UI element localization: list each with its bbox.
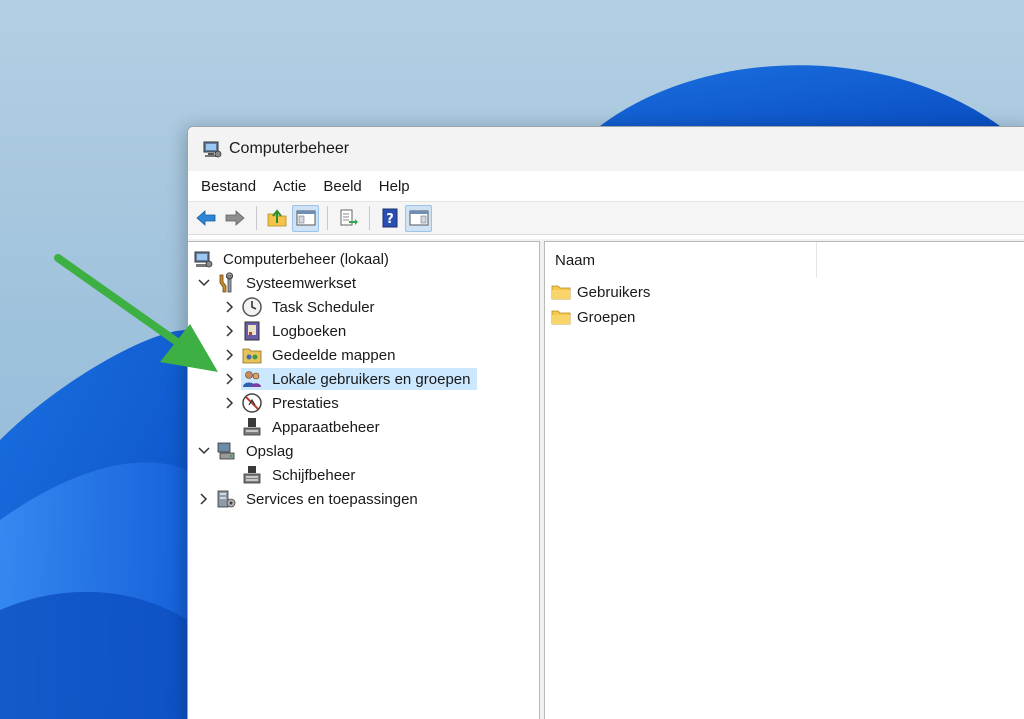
tree-label: Gedeelde mappen: [272, 346, 396, 364]
tree-item-apparaatbeheer[interactable]: Apparaatbeheer: [241, 415, 383, 439]
tree-item-task-scheduler[interactable]: Task Scheduler: [222, 295, 378, 319]
title-bar[interactable]: Computerbeheer: [188, 127, 1024, 171]
export-list-button[interactable]: [334, 205, 361, 232]
computer-management-icon: [203, 141, 222, 158]
window-title: Computerbeheer: [229, 140, 350, 157]
up-one-level-button[interactable]: [263, 205, 290, 232]
computer-management-window: Computerbeheer Bestand Actie Beeld Help: [187, 126, 1024, 719]
shared-folder-icon: [241, 344, 263, 366]
folder-icon: [551, 285, 571, 300]
export-list-icon: [340, 209, 358, 226]
list-item[interactable]: Groepen: [551, 305, 635, 329]
result-pane: Naam Gebruikers Groepen: [544, 241, 1024, 719]
show-hide-action-pane-button[interactable]: [405, 204, 432, 232]
tree-label: Apparaatbeheer: [272, 418, 380, 436]
chevron-right-icon[interactable]: [222, 395, 238, 411]
event-log-icon: [241, 320, 263, 342]
show-hide-console-tree-button[interactable]: [292, 204, 319, 232]
tree-label: Lokale gebruikers en groepen: [272, 370, 471, 388]
tree-item-prestaties[interactable]: Prestaties: [222, 391, 342, 415]
tree-item-schijfbeheer[interactable]: Schijfbeheer: [241, 463, 358, 487]
column-header-naam[interactable]: Naam: [545, 242, 817, 278]
tree-label: Computerbeheer (lokaal): [223, 250, 389, 268]
performance-icon: [241, 392, 263, 414]
green-arrow-annotation: [54, 254, 218, 372]
main-content: Computerbeheer (lokaal) Systeemwerkset T…: [188, 239, 1024, 719]
column-header-label: Naam: [555, 251, 596, 269]
help-icon: ?: [382, 208, 397, 228]
toolbar: ?: [188, 201, 1024, 235]
forward-arrow-icon: [225, 210, 245, 226]
chevron-down-icon[interactable]: [196, 443, 212, 459]
device-manager-icon: [241, 416, 263, 438]
help-button[interactable]: ?: [376, 205, 403, 232]
show-hide-action-pane-icon: [409, 210, 428, 226]
chevron-right-icon[interactable]: [196, 491, 212, 507]
tree-label: Systeemwerkset: [246, 274, 357, 292]
menu-help[interactable]: Help: [372, 174, 417, 199]
svg-text:?: ?: [386, 212, 394, 227]
tree-item-logboeken[interactable]: Logboeken: [222, 319, 349, 343]
back-arrow-icon: [195, 210, 215, 226]
tree-item-gedeelde-mappen[interactable]: Gedeelde mappen: [222, 343, 398, 367]
storage-icon: [215, 440, 237, 462]
toolbar-separator: [369, 206, 370, 230]
tree-label: Task Scheduler: [272, 298, 375, 316]
disk-management-icon: [241, 464, 263, 486]
menu-bestand[interactable]: Bestand: [194, 174, 263, 199]
list-item-label: Gebruikers: [577, 283, 651, 301]
services-icon: [215, 488, 237, 510]
tree-item-lokale-gebruikers[interactable]: Lokale gebruikers en groepen: [222, 367, 478, 391]
clock-icon: [241, 296, 263, 318]
tree-item-opslag[interactable]: Opslag: [196, 439, 297, 463]
folder-icon: [551, 310, 571, 325]
back-button[interactable]: [192, 205, 219, 232]
tree-label: Logboeken: [272, 322, 347, 340]
tree-label: Schijfbeheer: [272, 466, 356, 484]
list-item-label: Groepen: [577, 308, 636, 326]
toolbar-separator: [327, 206, 328, 230]
tree-item-services[interactable]: Services en toepassingen: [196, 487, 421, 511]
show-hide-console-tree-icon: [296, 210, 315, 226]
users-icon: [241, 368, 263, 390]
toolbar-separator: [256, 206, 257, 230]
tree-label: Services en toepassingen: [246, 490, 418, 508]
up-folder-icon: [267, 209, 286, 227]
console-tree: Computerbeheer (lokaal) Systeemwerkset T…: [188, 241, 540, 719]
menu-actie[interactable]: Actie: [266, 174, 313, 199]
list-item[interactable]: Gebruikers: [551, 280, 650, 304]
selection-highlight: Lokale gebruikers en groepen: [241, 368, 478, 390]
menu-beeld[interactable]: Beeld: [316, 174, 368, 199]
tree-label: Opslag: [246, 442, 294, 460]
tree-label: Prestaties: [272, 394, 339, 412]
forward-button[interactable]: [221, 205, 248, 232]
menu-bar: Bestand Actie Beeld Help: [188, 171, 1024, 201]
